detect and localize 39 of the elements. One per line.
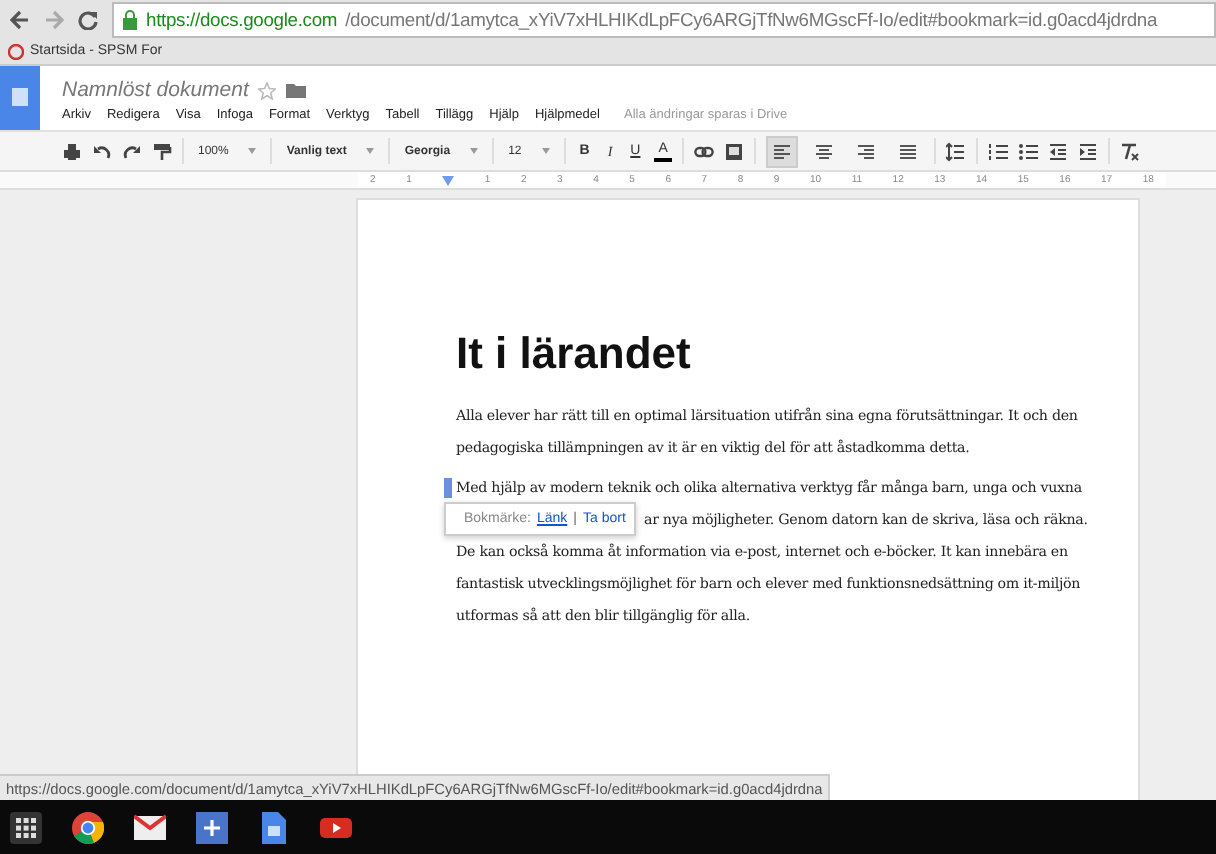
document-icon[interactable]	[258, 811, 290, 843]
reload-icon[interactable]	[78, 9, 98, 29]
indent-icon[interactable]	[1077, 141, 1098, 161]
align-left-button[interactable]	[765, 135, 798, 167]
url-path: /document/d/1amytca_xYiV7xHLHIKdLpFCy6ARGjTfNw6MGscFf-Io/edit#bookmark=id.g0acd4jdrdna	[345, 8, 1158, 30]
star-icon[interactable]	[258, 81, 277, 99]
address-bar[interactable]: https://docs.google.com /document/d/1amytca_xYiV7xHLHIKdLpFCy6ARGjTfNw6MGscFf-Io/edit#bookmark=id.g0acd4jdrdna	[112, 1, 1216, 37]
browser-icon[interactable]	[72, 811, 104, 843]
envelope-icon[interactable]	[134, 811, 166, 843]
plus-icon[interactable]	[196, 811, 228, 843]
docs-logo-icon[interactable]	[0, 66, 40, 130]
numbered-list-icon[interactable]	[987, 141, 1008, 161]
bulleted-list-icon[interactable]	[1017, 141, 1038, 161]
caret-icon	[366, 148, 375, 154]
caret-icon	[248, 148, 257, 154]
undo-icon[interactable]	[92, 141, 112, 161]
link-icon[interactable]	[693, 141, 714, 161]
redo-icon[interactable]	[122, 141, 142, 161]
line-spacing-icon[interactable]	[945, 141, 966, 161]
document-heading: It i lärandet	[456, 328, 693, 380]
printer-icon[interactable]	[62, 141, 82, 161]
align-left-icon	[771, 141, 792, 161]
bookmark-marker[interactable]	[444, 478, 452, 498]
align-right-icon	[855, 141, 876, 161]
clear-format-icon[interactable]	[1119, 141, 1140, 161]
site-icon	[8, 43, 24, 59]
caret-icon	[541, 148, 550, 154]
outdent-icon[interactable]	[1047, 141, 1068, 161]
padlock-icon	[122, 9, 138, 29]
url-host: https://docs.google.com	[146, 8, 338, 30]
comment-icon[interactable]	[723, 141, 744, 161]
caret-icon	[470, 148, 479, 154]
align-center-icon	[813, 141, 834, 161]
document-title[interactable]: Namnlöst dokument	[62, 78, 249, 102]
align-justify-icon	[897, 141, 918, 161]
paint-roller-icon[interactable]	[152, 141, 172, 161]
back-arrow-icon[interactable]	[10, 9, 30, 29]
folder-icon[interactable]	[286, 82, 307, 98]
app-launcher-icon[interactable]	[10, 811, 42, 843]
